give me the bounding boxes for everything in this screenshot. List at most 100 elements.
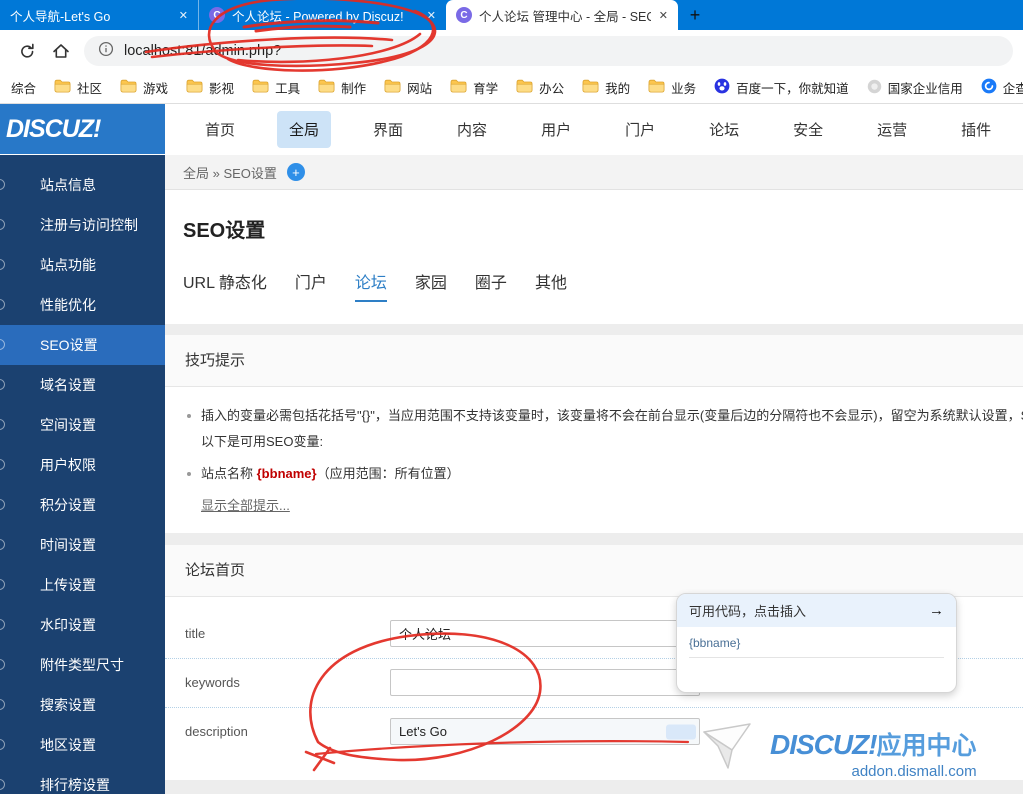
- bookmark-label: 业务: [671, 82, 697, 96]
- tab-title: 个人导航-Let's Go: [10, 9, 111, 24]
- show-all-tips-link[interactable]: 显示全部提示...: [201, 495, 290, 514]
- tip-item-variables: 插入的变量必需包括花括号"{}"，当应用范围不支持该变量时，该变量将不会在前台显…: [187, 403, 1023, 455]
- admin-nav-tab[interactable]: 全局: [277, 110, 332, 148]
- seo-subtab[interactable]: 门户: [295, 269, 327, 302]
- sidebar-item[interactable]: 域名设置: [0, 365, 165, 405]
- seo-subtab[interactable]: 论坛: [354, 269, 387, 303]
- page-title: SEO设置: [183, 220, 266, 243]
- folder-icon: [582, 79, 599, 96]
- bookmark-item[interactable]: 工具: [243, 73, 309, 103]
- bookmark-item[interactable]: 育学: [441, 73, 507, 103]
- sidebar-bullet-icon: [0, 579, 5, 590]
- autofill-chip: [666, 724, 696, 740]
- bookmark-label: 游戏: [143, 82, 169, 96]
- sidebar-item[interactable]: 空间设置: [0, 405, 165, 445]
- admin-nav-tab[interactable]: 插件: [949, 111, 1003, 148]
- sidebar-item[interactable]: 积分设置: [0, 485, 165, 525]
- browser-tab[interactable]: C 个人论坛 管理中心 - 全局 - SEO设 ✕: [446, 0, 678, 30]
- url-text[interactable]: localhost:81/admin.php?: [124, 43, 281, 59]
- sidebar-item-label: SEO设置: [40, 337, 98, 353]
- breadcrumb-path[interactable]: 全局 » SEO设置: [183, 163, 277, 182]
- site-info-icon[interactable]: [98, 41, 114, 62]
- sidebar-bullet-icon: [0, 339, 5, 350]
- form-field-label: keywords: [185, 675, 240, 691]
- form-text-input[interactable]: [390, 619, 700, 647]
- sidebar-item[interactable]: 附件类型尺寸: [0, 645, 165, 685]
- tab-close-icon[interactable]: ✕: [179, 9, 188, 22]
- popup-divider: [689, 657, 944, 658]
- home-icon[interactable]: [44, 36, 78, 66]
- admin-nav-tab[interactable]: 内容: [445, 111, 499, 148]
- folder-icon: [384, 79, 401, 96]
- sidebar-item-label: 上传设置: [40, 577, 96, 593]
- bookmark-item[interactable]: 制作: [309, 73, 375, 103]
- sidebar-item[interactable]: 站点信息: [0, 165, 165, 205]
- form-input-wrap: [390, 619, 700, 647]
- browser-tab[interactable]: C 个人论坛 - Powered by Discuz! ✕: [198, 0, 446, 30]
- sidebar-item[interactable]: 性能优化: [0, 285, 165, 325]
- seo-subtab[interactable]: 其他: [535, 269, 567, 302]
- arrow-right-icon[interactable]: →: [929, 602, 944, 619]
- sidebar-item[interactable]: 上传设置: [0, 565, 165, 605]
- tip-text-line1: 插入的变量必需包括花括号"{}"，当应用范围不支持该变量时，该变量将不会在前台显…: [201, 407, 1023, 423]
- bookmark-item[interactable]: 我的: [573, 73, 639, 103]
- sidebar-item[interactable]: 水印设置: [0, 605, 165, 645]
- form-text-input[interactable]: [390, 669, 700, 697]
- tab-close-icon[interactable]: ✕: [659, 9, 668, 22]
- qichacha-icon: [981, 78, 997, 97]
- popup-bbname-option[interactable]: {bbname}: [689, 636, 944, 650]
- tab-close-icon[interactable]: ✕: [427, 9, 436, 22]
- admin-nav-tab[interactable]: 运营: [865, 111, 919, 148]
- sidebar-item[interactable]: 时间设置: [0, 525, 165, 565]
- sidebar-item[interactable]: SEO设置: [0, 325, 165, 365]
- sidebar-item[interactable]: 搜索设置: [0, 685, 165, 725]
- bookmark-item[interactable]: 国家企业信用: [858, 73, 972, 103]
- tip-bbname-prefix: 站点名称: [201, 465, 257, 481]
- sidebar-item[interactable]: 排行榜设置: [0, 765, 165, 794]
- admin-nav-tab[interactable]: 论坛: [697, 111, 751, 148]
- browser-tab[interactable]: 个人导航-Let's Go ✕: [0, 0, 198, 30]
- sidebar-item-label: 搜索设置: [40, 697, 96, 713]
- admin-header: DISCUZ! 首页全局界面内容用户门户论坛安全运营插件模板工具站长应用中心: [0, 104, 1023, 154]
- breadcrumb-add-button[interactable]: +: [286, 163, 305, 182]
- admin-sidebar: 站点信息 注册与访问控制 站点功能 性能优化 SEO设置 域名设置 空间设置 用…: [0, 155, 165, 794]
- reload-icon[interactable]: [10, 36, 44, 66]
- bookmark-item[interactable]: 影视: [177, 73, 243, 103]
- tips-section: 技巧提示 插入的变量必需包括花括号"{}"，当应用范围不支持该变量时，该变量将不…: [165, 334, 1023, 533]
- new-tab-button[interactable]: +: [678, 0, 712, 30]
- sidebar-item-label: 站点信息: [40, 177, 96, 193]
- bookmark-item[interactable]: 网站: [375, 73, 441, 103]
- discuz-logo[interactable]: DISCUZ!: [0, 104, 165, 154]
- admin-nav-tab[interactable]: 首页: [193, 111, 247, 148]
- baidu-paw-icon: [714, 78, 730, 97]
- sidebar-item[interactable]: 注册与访问控制: [0, 205, 165, 245]
- seo-subtab[interactable]: 圈子: [475, 269, 507, 302]
- forum-index-header: 论坛首页: [165, 544, 1023, 597]
- admin-nav-tab[interactable]: 界面: [361, 111, 415, 148]
- seo-subtab[interactable]: URL 静态化: [183, 269, 267, 302]
- sidebar-item[interactable]: 站点功能: [0, 245, 165, 285]
- bookmark-item[interactable]: 游戏: [111, 73, 177, 103]
- sidebar-bullet-icon: [0, 259, 5, 270]
- discuz-favicon-icon: C: [209, 7, 225, 23]
- form-text-input[interactable]: [390, 718, 700, 746]
- folder-icon: [318, 79, 335, 96]
- bookmark-item[interactable]: 百度一下，你就知道: [705, 73, 858, 103]
- bookmark-item[interactable]: 企查查-企业: [972, 73, 1023, 103]
- bookmark-item[interactable]: 社区: [45, 73, 111, 103]
- discuz-favicon-icon: C: [456, 7, 472, 23]
- bookmark-item[interactable]: 综合: [2, 73, 45, 103]
- sidebar-item[interactable]: 用户权限: [0, 445, 165, 485]
- admin-nav-tab[interactable]: 用户: [529, 111, 583, 148]
- watermark-texts: DISCUZ!应用中心 addon.dismall.com: [770, 726, 977, 780]
- admin-nav-tab[interactable]: 安全: [781, 111, 835, 148]
- form-field-label: description: [185, 724, 248, 740]
- address-bar[interactable]: localhost:81/admin.php?: [84, 36, 1013, 66]
- bookmark-item[interactable]: 办公: [507, 73, 573, 103]
- sidebar-bullet-icon: [0, 299, 5, 310]
- bookmark-item[interactable]: 业务: [639, 73, 705, 103]
- admin-nav-tab[interactable]: 门户: [613, 111, 667, 148]
- sidebar-item[interactable]: 地区设置: [0, 725, 165, 765]
- bookmark-label: 办公: [539, 82, 565, 96]
- seo-subtab[interactable]: 家园: [415, 269, 447, 302]
